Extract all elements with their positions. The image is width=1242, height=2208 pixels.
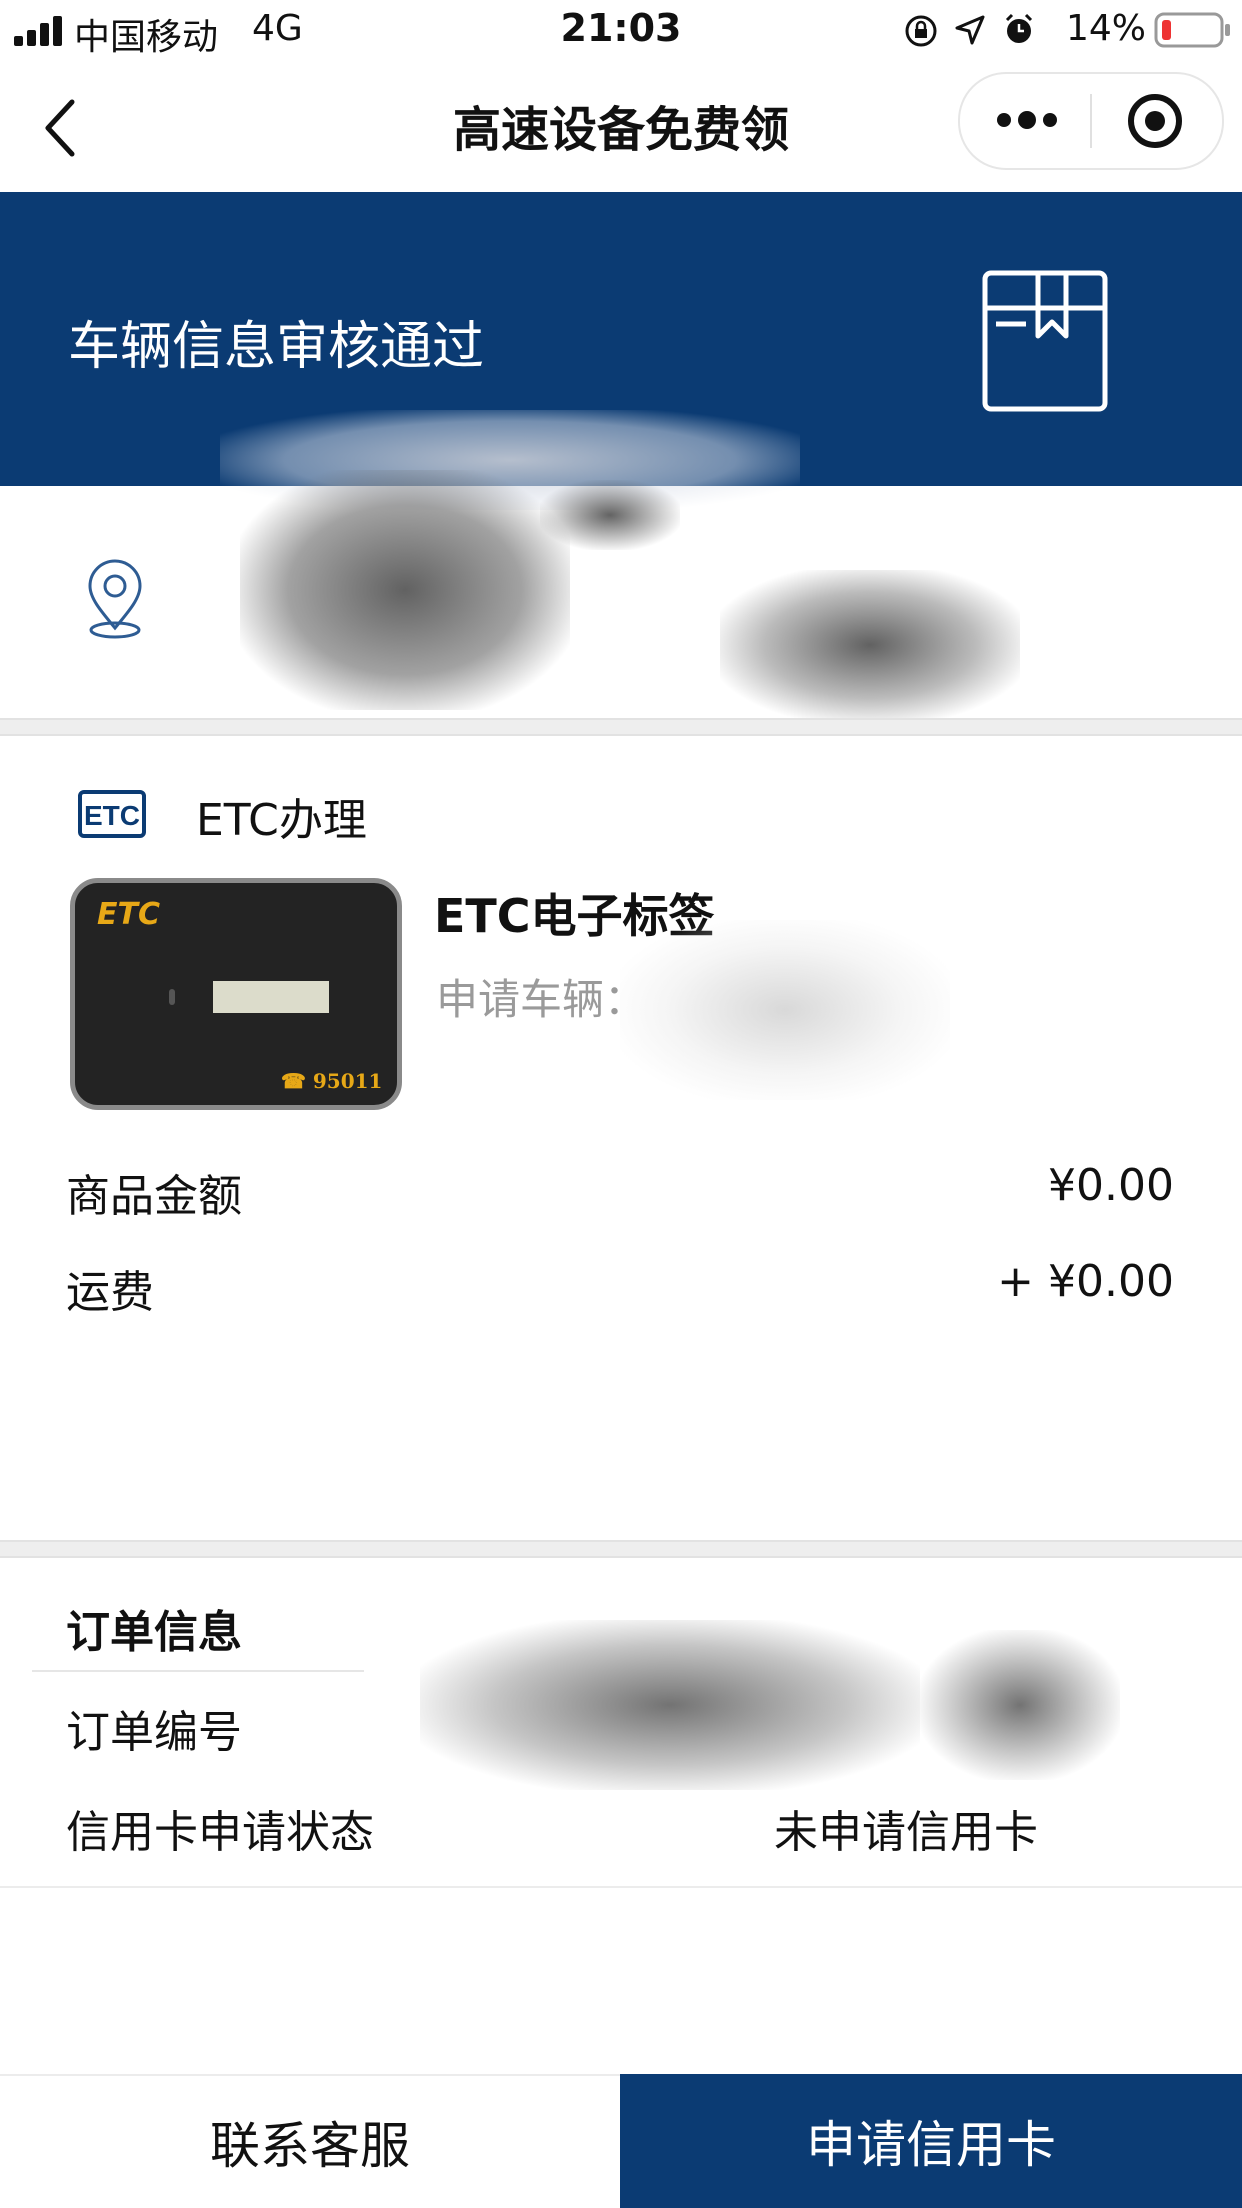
vehicle-label: 申请车辆： — [436, 975, 647, 1024]
banner-text: 车辆信息审核通过 — [68, 317, 485, 377]
etc-device-image: ETC ☎ 95011 — [70, 878, 402, 1110]
order-info-title: 订单信息 — [66, 1607, 242, 1658]
device-phone: ☎ 95011 — [281, 1069, 383, 1093]
etc-logo-icon: ETC — [78, 790, 146, 838]
order-number-label: 订单编号 — [66, 1707, 242, 1758]
redaction-scribble — [240, 470, 570, 710]
device-brand: ETC — [97, 897, 160, 932]
battery-icon — [1154, 12, 1230, 48]
etc-section-label: ETC办理 — [196, 795, 367, 846]
menu-capsule — [958, 72, 1224, 170]
amount-label: 商品金额 — [66, 1171, 242, 1222]
alarm-icon — [1005, 13, 1033, 43]
battery-percent: 14% — [1066, 8, 1147, 49]
amount-value: ¥0.00 — [1048, 1160, 1174, 1211]
shipping-value: + ¥0.00 — [997, 1256, 1174, 1307]
target-icon[interactable] — [1126, 92, 1184, 150]
device-led — [169, 989, 175, 1005]
etc-logo-text: ETC — [84, 800, 140, 831]
shipping-label: 运费 — [66, 1267, 154, 1318]
credit-status-label: 信用卡申请状态 — [66, 1807, 374, 1858]
package-icon — [982, 270, 1108, 412]
redaction-scribble — [620, 920, 950, 1100]
clock: 21:03 — [560, 6, 682, 50]
contact-service-button[interactable]: 联系客服 — [0, 2074, 620, 2208]
redaction-scribble — [420, 1620, 920, 1790]
apply-credit-card-button[interactable]: 申请信用卡 — [620, 2074, 1242, 2208]
section-divider — [0, 718, 1242, 736]
location-pin-icon — [88, 559, 142, 639]
redaction-scribble — [920, 1630, 1120, 1780]
device-window — [213, 981, 329, 1013]
order-title-underline — [32, 1670, 364, 1672]
redaction-scribble — [720, 570, 1020, 720]
capsule-separator — [1090, 94, 1092, 148]
location-arrow-icon — [955, 15, 985, 45]
content-bottom-line — [0, 1886, 1242, 1888]
redaction-scribble — [540, 480, 680, 550]
status-bar: 中国移动 4G 21:03 14% — [0, 0, 1242, 62]
credit-status-value: 未申请信用卡 — [774, 1807, 1038, 1858]
orientation-lock-icon — [905, 15, 937, 47]
nav-bar: 高速设备免费领 — [0, 62, 1242, 192]
section-divider — [0, 1540, 1242, 1558]
more-dots-icon[interactable] — [996, 106, 1058, 134]
